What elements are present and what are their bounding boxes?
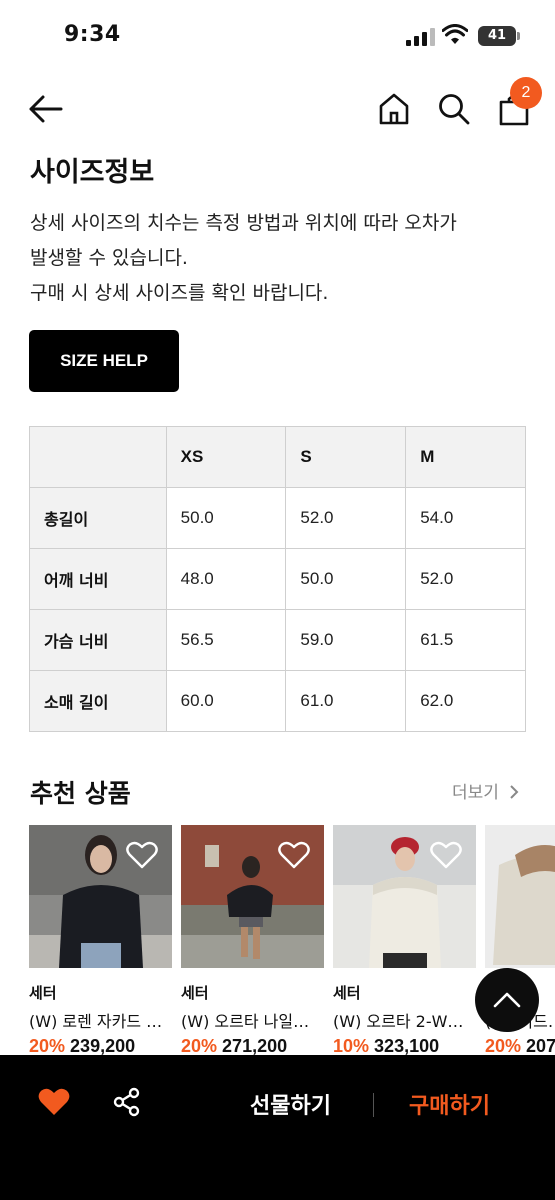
table-cell: 61.5	[405, 609, 526, 671]
page-title: 사이즈정보	[30, 157, 155, 188]
recommended-products[interactable]: 세터 (W) 로렌 자카드 … 20% 239,200 세터 (W) 오르타 나…	[29, 825, 555, 1055]
product-image[interactable]	[333, 825, 476, 968]
search-icon[interactable]	[438, 93, 470, 125]
product-price: 10% 323,100	[333, 1036, 476, 1055]
table-row: 어깨 너비 48.0 50.0 52.0	[29, 548, 526, 610]
table-cell: 48.0	[165, 548, 287, 610]
table-row: 가슴 너비 56.5 59.0 61.5	[29, 609, 526, 671]
table-cell: 50.0	[285, 548, 407, 610]
battery-indicator: 41	[478, 26, 520, 46]
description-line: 발생할 수 있습니다.	[30, 247, 188, 269]
wifi-icon	[442, 24, 468, 44]
description-line: 구매 시 상세 사이즈를 확인 바랍니다.	[30, 282, 329, 304]
product-category: 세터	[333, 984, 361, 1002]
cart-count-badge: 2	[510, 77, 542, 109]
wishlist-heart-icon[interactable]	[126, 841, 158, 869]
price-value: 239,200	[70, 1036, 136, 1055]
product-price: 20% 271,200	[181, 1036, 324, 1055]
cellular-signal-icon	[406, 28, 435, 46]
product-image[interactable]	[29, 825, 172, 968]
table-cell: 52.0	[405, 548, 526, 610]
product-card[interactable]: 세터 (W) 로렌 자카드 … 20% 239,200	[29, 825, 172, 1055]
bottom-action-bar: 선물하기 구매하기	[0, 1055, 555, 1200]
product-card[interactable]: 세터 (W) 오르타 2-W… 10% 323,100	[333, 825, 476, 1055]
table-header-cell: M	[405, 426, 526, 488]
like-heart-icon[interactable]	[38, 1087, 70, 1117]
chevron-right-icon	[510, 785, 519, 799]
product-name: (W) 로렌 자카드 …	[29, 1012, 163, 1031]
recommended-title: 추천 상품	[30, 779, 131, 808]
bottom-divider	[373, 1093, 374, 1117]
size-help-button[interactable]: SIZE HELP	[29, 330, 179, 392]
scroll-to-top-button[interactable]	[475, 968, 539, 1032]
share-icon[interactable]	[112, 1087, 142, 1117]
product-price: 20% 239,200	[29, 1036, 172, 1055]
home-icon[interactable]	[378, 92, 410, 126]
table-cell: 62.0	[405, 670, 526, 732]
product-image[interactable]	[485, 825, 555, 968]
back-arrow-icon[interactable]	[28, 94, 64, 124]
row-label: 어깨 너비	[29, 548, 167, 610]
price-value: 323,100	[374, 1036, 440, 1055]
price-value: 207	[526, 1036, 555, 1055]
product-name: (W) 오르타 나일…	[181, 1012, 310, 1031]
discount-rate: 20%	[29, 1036, 66, 1055]
table-row: 총길이 50.0 52.0 54.0	[29, 487, 526, 549]
row-label: 총길이	[29, 487, 167, 549]
size-description: 상세 사이즈의 치수는 측정 방법과 위치에 따라 오차가 발생할 수 있습니다…	[30, 206, 457, 311]
status-bar: 9:34 41	[0, 0, 555, 70]
status-time: 9:34	[64, 22, 121, 47]
table-header-row: XS S M	[29, 426, 526, 488]
table-header-cell: XS	[165, 426, 287, 488]
table-cell: 61.0	[285, 670, 407, 732]
product-category: 세터	[29, 984, 57, 1002]
chevron-up-icon	[493, 992, 521, 1008]
size-table: XS S M 총길이 50.0 52.0 54.0 어깨 너비 48.0 50.…	[29, 426, 526, 732]
wishlist-heart-icon[interactable]	[430, 841, 462, 869]
table-row: 소매 길이 60.0 61.0 62.0	[29, 670, 526, 732]
row-label: 가슴 너비	[29, 609, 167, 671]
table-header-cell: S	[285, 426, 407, 488]
description-line: 상세 사이즈의 치수는 측정 방법과 위치에 따라 오차가	[30, 212, 457, 234]
see-more-link[interactable]: 더보기	[452, 778, 520, 803]
table-cell: 59.0	[285, 609, 407, 671]
product-price: 20% 207	[485, 1036, 555, 1055]
product-image[interactable]	[181, 825, 324, 968]
product-name: (W) 오르타 2-W…	[333, 1012, 464, 1031]
row-label: 소매 길이	[29, 670, 167, 732]
wishlist-heart-icon[interactable]	[278, 841, 310, 869]
discount-rate: 20%	[181, 1036, 218, 1055]
table-cell: 52.0	[285, 487, 407, 549]
product-category: 세터	[181, 984, 209, 1002]
price-value: 271,200	[222, 1036, 288, 1055]
discount-rate: 20%	[485, 1036, 522, 1055]
table-cell: 50.0	[165, 487, 287, 549]
see-more-label: 더보기	[452, 783, 499, 803]
gift-button[interactable]: 선물하기	[250, 1088, 331, 1120]
buy-button[interactable]: 구매하기	[409, 1088, 490, 1120]
discount-rate: 10%	[333, 1036, 370, 1055]
table-cell: 56.5	[165, 609, 287, 671]
table-cell: 54.0	[405, 487, 526, 549]
table-header-cell	[29, 426, 167, 488]
table-cell: 60.0	[165, 670, 287, 732]
product-card[interactable]: 세터 (W) 오르타 나일… 20% 271,200	[181, 825, 324, 1055]
